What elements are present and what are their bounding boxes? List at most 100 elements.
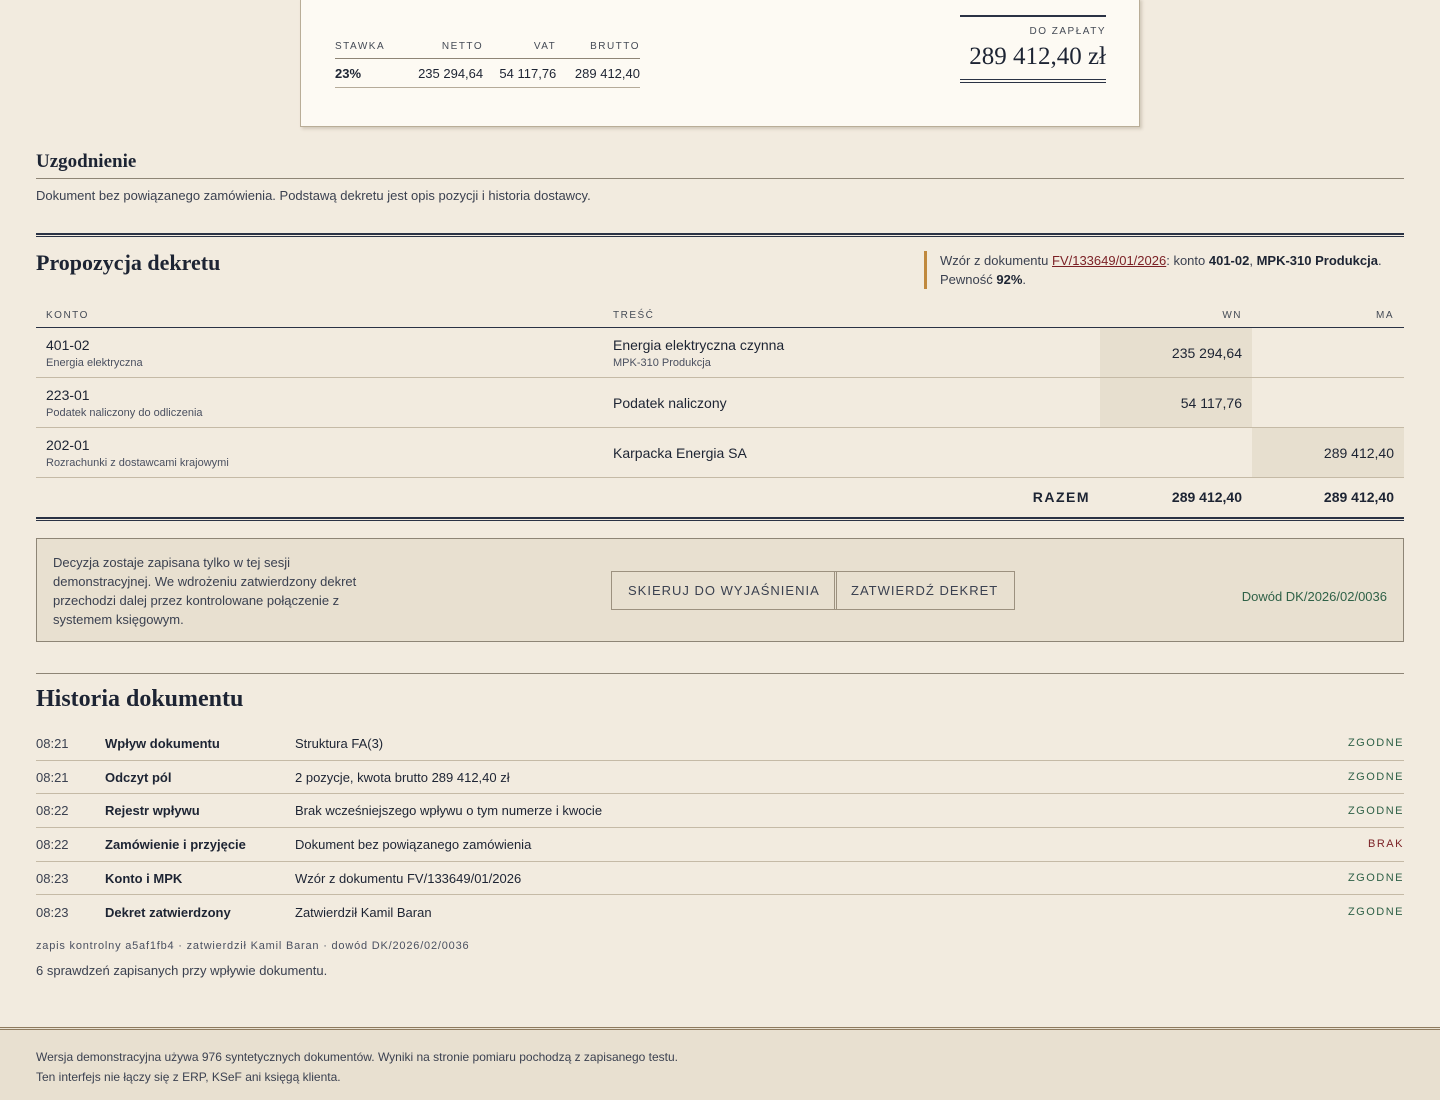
- history-detail: Zatwierdził Kamil Baran: [295, 904, 432, 920]
- pattern-mid: : konto: [1166, 253, 1209, 268]
- entry-account: 401-02: [46, 336, 90, 353]
- pattern-note: Wzór z dokumentu FV/133649/01/2026: kont…: [924, 251, 1404, 289]
- reconciliation-text: Dokument bez powiązanego zamówienia. Pod…: [36, 188, 591, 203]
- pattern-end: .: [1377, 253, 1382, 268]
- pattern-sep: ,: [1249, 253, 1257, 268]
- entry-account-name: Podatek naliczony do odliczenia: [46, 406, 203, 419]
- history-time: 08:22: [36, 836, 69, 852]
- history-status: ZGODNE: [1347, 804, 1404, 817]
- entry-row: 223-01 Podatek naliczony do odliczenia P…: [36, 377, 1404, 428]
- history-detail: Brak wcześniejszego wpływu o tym numerze…: [295, 803, 603, 819]
- entry-description: Karpacka Energia SA: [613, 444, 747, 461]
- booking-entries-table: KONTO TREŚĆ WN MA 401-02 Energia elektry…: [36, 307, 1404, 516]
- entry-account: 202-01: [46, 436, 90, 453]
- history-time: 08:23: [36, 904, 69, 920]
- col-description: TREŚĆ: [603, 307, 1100, 328]
- col-debit: WN: [1100, 307, 1252, 328]
- pattern-prefix: Wzór z dokumentu: [940, 253, 1052, 268]
- history-event: Konto i MPK: [105, 870, 183, 886]
- history-status: ZGODNE: [1347, 771, 1404, 784]
- entry-description: Podatek naliczony: [613, 394, 727, 411]
- history-time: 08:22: [36, 803, 69, 819]
- entry-account-cell: 223-01 Podatek naliczony do odliczenia: [36, 377, 603, 428]
- vat-net: 235 294,64: [399, 58, 484, 88]
- history-status: BRAK: [1368, 838, 1404, 851]
- entry-description-cell: Podatek naliczony: [603, 377, 1100, 428]
- booking-bottom-rule: [36, 517, 1404, 521]
- entry-account-cell: 401-02 Energia elektryczna: [36, 327, 603, 378]
- history-detail: 2 pozycje, kwota brutto 289 412,40 zł: [295, 769, 510, 785]
- checks-summary: 6 sprawdzeń zapisanych przy wpływie doku…: [36, 963, 328, 979]
- approve-booking-button[interactable]: ZATWIERDŹ DEKRET: [834, 571, 1016, 610]
- evidence-number: Dowód DK/2026/02/0036: [1241, 589, 1387, 604]
- history-row: 08:23 Dekret zatwierdzony Zatwierdził Ka…: [36, 895, 1404, 929]
- history-event: Rejestr wpływu: [105, 803, 200, 819]
- document-history-section: Historia dokumentu 08:21 Wpływ dokumentu…: [36, 673, 1404, 978]
- history-status: ZGODNE: [1347, 872, 1404, 885]
- history-event: Zamówienie i przyjęcie: [105, 836, 246, 852]
- entry-description: Energia elektryczna czynna: [613, 336, 785, 353]
- history-detail: Struktura FA(3): [295, 735, 384, 751]
- booking-top-rule: [36, 233, 1404, 237]
- reconciliation-title: Uzgodnienie: [36, 151, 1404, 179]
- vat-col-rate: STAWKA: [335, 41, 400, 59]
- history-time: 08:23: [36, 870, 69, 886]
- history-detail: Dokument bez powiązanego zamówienia: [295, 836, 532, 852]
- total-debit: 289 412,40: [1171, 488, 1242, 505]
- history-detail: Wzór z dokumentu FV/133649/01/2026: [295, 870, 522, 886]
- entry-description-sub: MPK-310 Produkcja: [613, 356, 711, 369]
- invoice-summary-card: STAWKA NETTO VAT BRUTTO 23% 235 294,64 5…: [300, 0, 1140, 127]
- entry-description-cell: Karpacka Energia SA: [603, 427, 1100, 478]
- entry-account-cell: 202-01 Rozrachunki z dostawcami krajowym…: [36, 427, 603, 478]
- entry-debit: 235 294,64: [1100, 327, 1252, 378]
- history-list: 08:21 Wpływ dokumentu Struktura FA(3) ZG…: [36, 727, 1404, 929]
- pattern-cost-center: MPK-310 Produkcja: [1256, 253, 1378, 268]
- history-row: 08:22 Rejestr wpływu Brak wcześniejszego…: [36, 794, 1404, 829]
- entry-row: 401-02 Energia elektryczna Energia elekt…: [36, 327, 1404, 378]
- vat-col-vat: VAT: [483, 41, 557, 59]
- pattern-account: 401-02: [1208, 253, 1250, 268]
- entry-description-cell: Energia elektryczna czynna MPK-310 Produ…: [603, 327, 1100, 378]
- footer: Wersja demonstracyjna używa 976 syntetyc…: [0, 1027, 1440, 1100]
- entry-credit: [1252, 377, 1404, 428]
- history-row: 08:21 Odczyt pól 2 pozycje, kwota brutto…: [36, 761, 1404, 795]
- amount-due-value: 289 412,40 zł: [969, 43, 1106, 70]
- entry-credit: [1252, 327, 1404, 378]
- entry-account-name: Rozrachunki z dostawcami krajowymi: [46, 456, 229, 469]
- history-event: Odczyt pól: [105, 769, 172, 785]
- vat-rate: 23%: [335, 58, 400, 88]
- history-time: 08:21: [36, 769, 69, 785]
- entry-account: 223-01: [46, 386, 90, 403]
- refer-for-clarification-button[interactable]: SKIERUJ DO WYJAŚNIENIA: [611, 571, 837, 610]
- vat-gross: 289 412,40: [556, 58, 640, 88]
- vat-table-row: 23% 235 294,64 54 117,76 289 412,40: [335, 58, 640, 88]
- booking-proposal-section: Propozycja dekretu Wzór z dokumentu FV/1…: [36, 233, 1404, 521]
- footer-line: Ten interfejs nie łączy się z ERP, KSeF …: [36, 1069, 341, 1084]
- history-row: 08:22 Zamówienie i przyjęcie Dokument be…: [36, 828, 1404, 862]
- vat-col-net: NETTO: [399, 41, 484, 59]
- history-row: 08:21 Wpływ dokumentu Struktura FA(3) ZG…: [36, 727, 1404, 761]
- entry-debit: [1100, 427, 1252, 478]
- history-status: ZGODNE: [1347, 737, 1404, 750]
- booking-title: Propozycja dekretu: [36, 250, 221, 275]
- reconciliation-section: Uzgodnienie Dokument bez powiązanego zam…: [36, 151, 1404, 203]
- amount-due-underline: [960, 79, 1106, 83]
- history-status: ZGODNE: [1347, 906, 1404, 919]
- amount-due-label: DO ZAPŁATY: [1029, 26, 1106, 37]
- confidence-value: 92%: [996, 272, 1023, 287]
- entries-header: KONTO TREŚĆ WN MA: [36, 307, 1404, 328]
- entry-row: 202-01 Rozrachunki z dostawcami krajowym…: [36, 427, 1404, 478]
- vat-amount: 54 117,76: [483, 58, 557, 88]
- history-time: 08:21: [36, 735, 69, 751]
- vat-summary-table: STAWKA NETTO VAT BRUTTO 23% 235 294,64 5…: [335, 41, 640, 88]
- col-credit: MA: [1252, 307, 1404, 328]
- pattern-doc-link[interactable]: FV/133649/01/2026: [1052, 253, 1166, 268]
- history-row: 08:23 Konto i MPK Wzór z dokumentu FV/13…: [36, 862, 1404, 896]
- entry-debit: 54 117,76: [1100, 377, 1252, 428]
- total-label: RAZEM: [1032, 488, 1090, 505]
- confidence-label: Pewność: [940, 272, 997, 287]
- decision-panel: Decyzja zostaje zapisana tylko w tej ses…: [36, 538, 1404, 642]
- decision-note: Decyzja zostaje zapisana tylko w tej ses…: [53, 555, 357, 627]
- entry-account-name: Energia elektryczna: [46, 356, 143, 369]
- vat-col-gross: BRUTTO: [556, 41, 640, 59]
